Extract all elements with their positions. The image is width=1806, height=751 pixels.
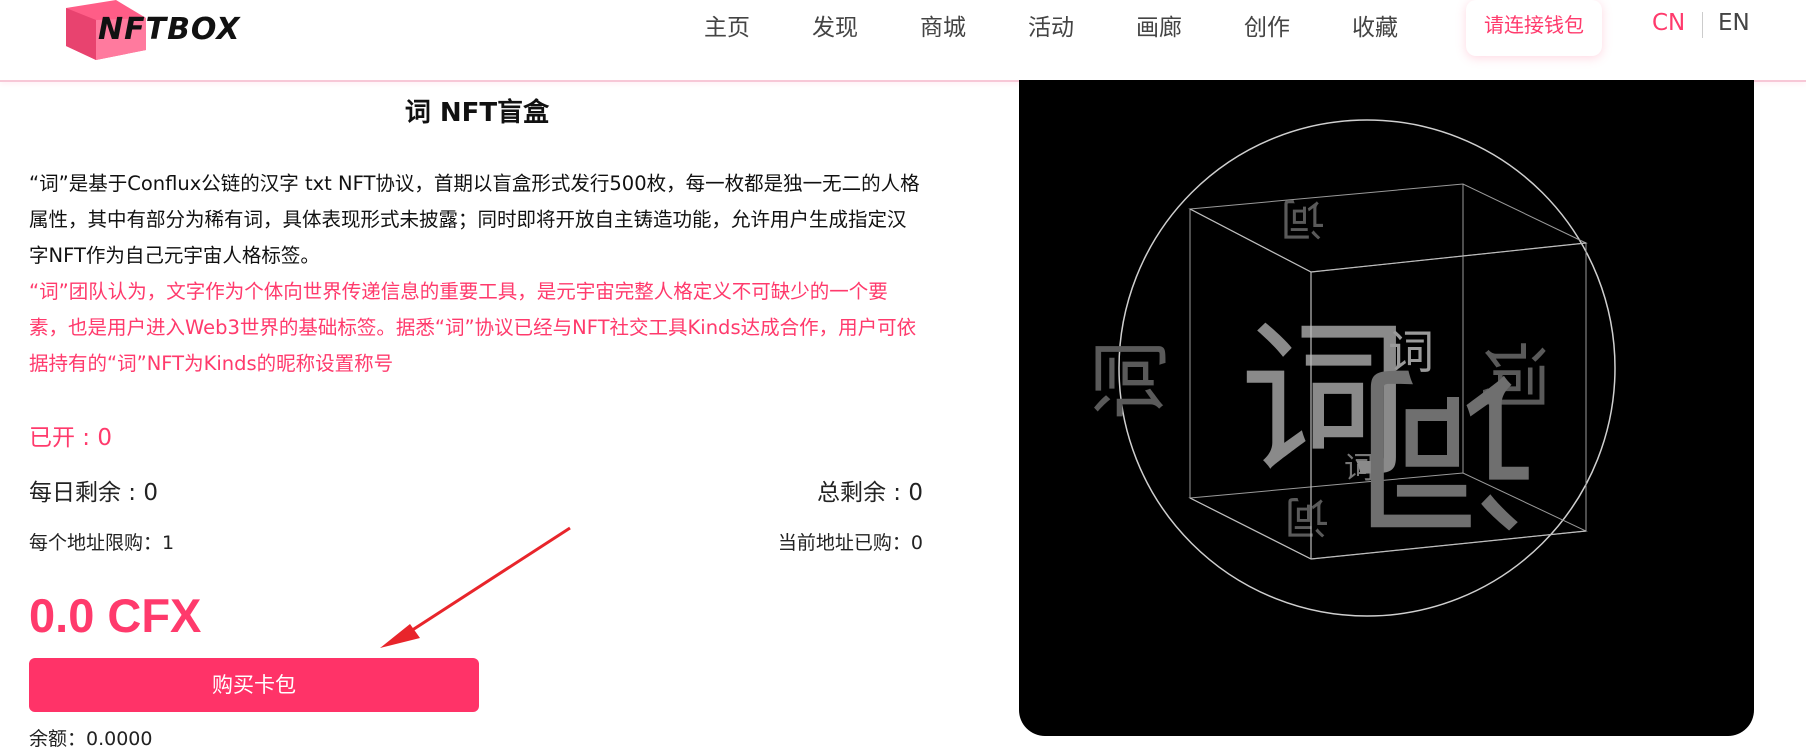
product-description-highlight: “词”团队认为，文字作为个体向世界传递信息的重要工具，是元宇宙完整人格定义不可缺… [29,280,917,375]
opened-count: 已开 : 0 [29,425,113,451]
cube-glyph-artwork: 词 词 词 词 词 词 词 词 [1085,119,1616,617]
nav-market[interactable]: 商城 [920,8,966,42]
buy-pack-button[interactable]: 购买卡包 [29,658,479,712]
logo-text: NFTBOX [98,12,241,47]
red-arrow-annotation-icon [380,526,571,648]
svg-text:词: 词 [1388,325,1434,379]
svg-text:词: 词 [1281,193,1325,244]
top-navbar: NFTBOX 主页 发现 商城 活动 画廊 创作 收藏 请连接钱包 CN EN [0,0,1806,82]
current-address-bought: 当前地址已购：0 [777,532,923,554]
nft-preview-panel: 词 词 词 词 词 词 词 词 [1019,80,1754,736]
nav-activity[interactable]: 活动 [1028,8,1074,42]
limit-per-address: 每个地址限购：1 [29,532,175,554]
nav-discover[interactable]: 发现 [812,8,858,42]
nftbox-logo[interactable]: NFTBOX [58,0,248,62]
lang-divider [1702,12,1703,38]
nav-home[interactable]: 主页 [704,8,750,42]
total-remaining: 总剩余 : 0 [816,480,923,506]
balance-text: 余额：0.0000 [29,728,153,750]
lang-en-option[interactable]: EN [1718,10,1750,36]
svg-text:词: 词 [1085,340,1178,420]
lang-cn-option[interactable]: CN [1652,10,1685,36]
product-title: 词 NFT盲盒 [404,98,550,128]
product-description: “词”是基于Conflux公链的汉字 txt NFT协议，首期以盲盒形式发行50… [29,172,920,267]
daily-remaining: 每日剩余 : 0 [29,480,159,506]
nav-collection[interactable]: 收藏 [1352,8,1398,42]
connect-wallet-button[interactable]: 请连接钱包 [1466,0,1602,56]
price-display: 0.0 CFX [29,589,202,642]
nav-gallery[interactable]: 画廊 [1136,8,1182,42]
nav-create[interactable]: 创作 [1244,8,1290,42]
svg-text:词: 词 [1357,342,1537,551]
